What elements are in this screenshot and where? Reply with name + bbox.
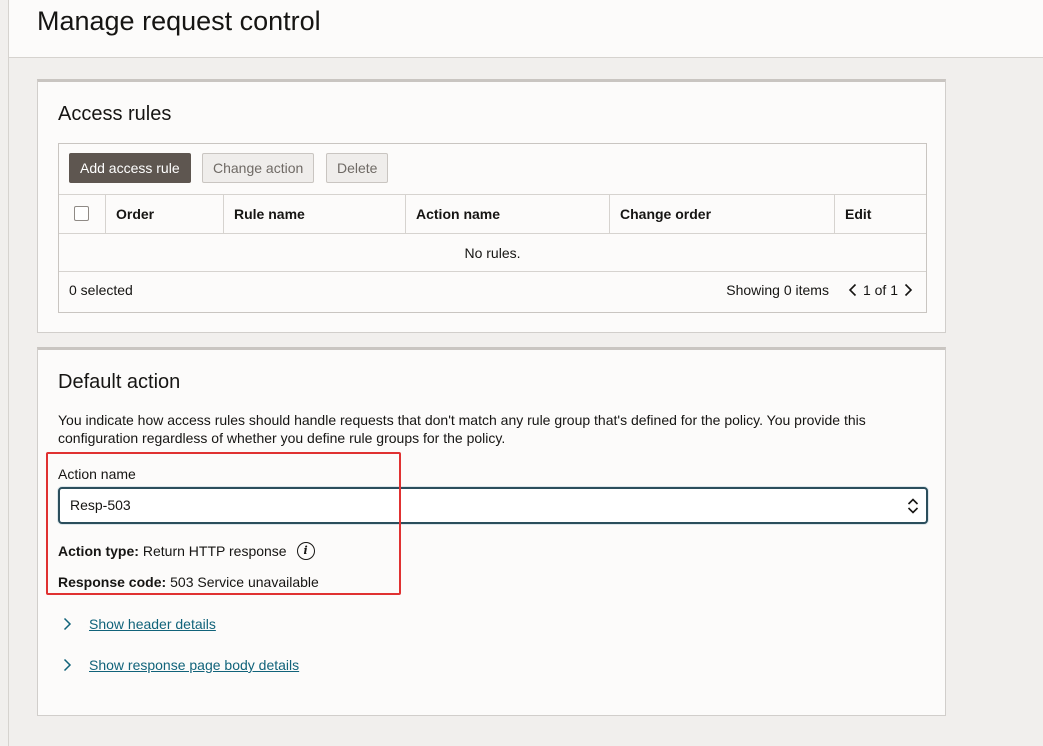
change-action-button[interactable]: Change action <box>202 153 315 183</box>
response-code-value: 503 Service unavailable <box>170 574 319 590</box>
column-header-edit: Edit <box>845 206 872 222</box>
chevron-right-icon[interactable] <box>900 282 916 298</box>
action-name-value: Resp-503 <box>70 497 131 513</box>
table-header: Order Rule name Action name Change order… <box>59 194 926 234</box>
select-all-cell <box>59 195 106 233</box>
page-header: Manage request control <box>9 0 1043 58</box>
column-header-change-order: Change order <box>610 195 835 233</box>
left-edge <box>0 0 9 746</box>
chevron-right-icon <box>60 658 74 672</box>
response-code-label: Response code: <box>58 574 167 590</box>
show-header-details-link[interactable]: Show header details <box>89 616 216 632</box>
default-action-panel: Default action You indicate how access r… <box>37 347 946 716</box>
pagination: Showing 0 items 1 of 1 <box>726 282 916 298</box>
column-header-action-name[interactable]: Action name <box>406 195 610 233</box>
access-rules-table: Add access rule Change action Delete Ord… <box>58 143 927 313</box>
response-code-line: Response code: 503 Service unavailable <box>58 574 319 590</box>
access-rules-panel: Access rules Add access rule Change acti… <box>37 79 946 333</box>
select-all-checkbox[interactable] <box>74 206 89 221</box>
show-body-details[interactable]: Show response page body details <box>60 657 299 673</box>
action-name-select[interactable]: Resp-503 <box>58 487 928 524</box>
info-icon[interactable]: i <box>296 542 315 560</box>
access-rules-title: Access rules <box>58 103 172 125</box>
chevron-right-icon <box>60 617 74 631</box>
column-header-rule-name[interactable]: Rule name <box>224 195 406 233</box>
action-type-value: Return HTTP response <box>142 543 287 559</box>
show-body-details-link[interactable]: Show response page body details <box>89 657 299 673</box>
action-type-line: Action type: Return HTTP response i <box>58 542 315 560</box>
page-title: Manage request control <box>37 6 321 36</box>
chevron-left-icon[interactable] <box>845 282 861 298</box>
showing-items: Showing 0 items <box>726 282 829 298</box>
delete-button[interactable]: Delete <box>326 153 389 183</box>
default-action-description: You indicate how access rules should han… <box>58 412 866 446</box>
add-access-rule-button[interactable]: Add access rule <box>69 153 191 183</box>
page-info: 1 of 1 <box>862 282 898 298</box>
column-header-order[interactable]: Order <box>106 195 224 233</box>
action-name-label: Action name <box>58 466 136 482</box>
empty-message: No rules. <box>59 234 926 272</box>
show-header-details[interactable]: Show header details <box>60 616 216 632</box>
select-arrows-icon <box>906 496 920 516</box>
selected-count: 0 selected <box>69 282 133 298</box>
action-type-label: Action type: <box>58 543 139 559</box>
default-action-title: Default action <box>58 371 181 393</box>
